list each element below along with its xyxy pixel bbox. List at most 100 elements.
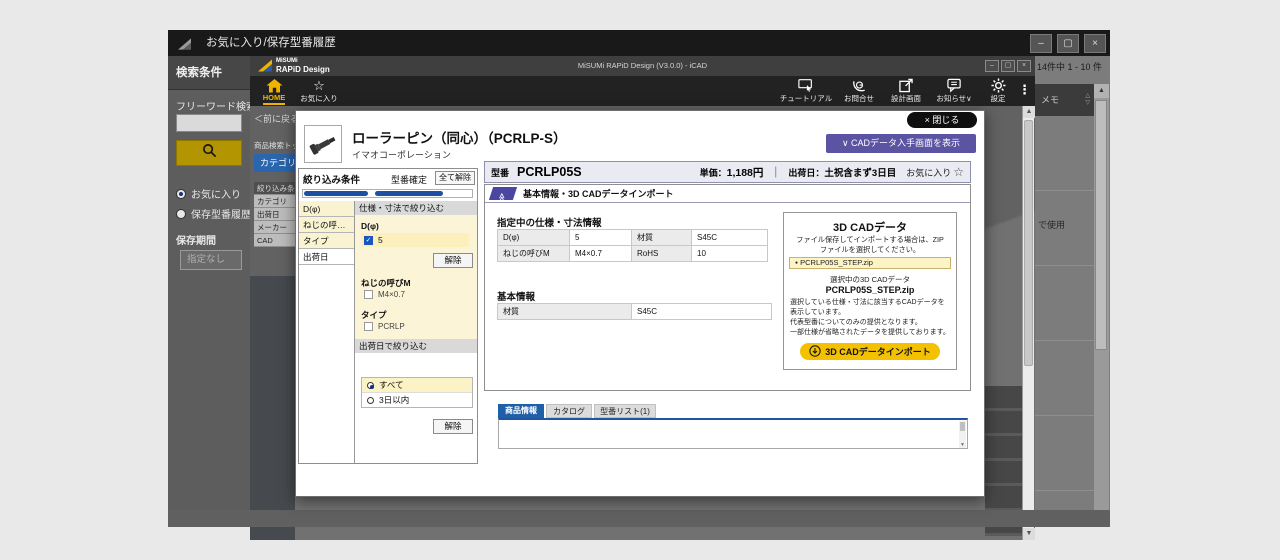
favorite-star-icon[interactable]: ☆ xyxy=(953,165,964,179)
outer-bottom-band xyxy=(168,510,1110,527)
breadcrumb[interactable]: 商品検索トップ xyxy=(254,140,298,151)
category-button[interactable]: カテゴリ xyxy=(254,154,298,172)
checkbox-icon[interactable] xyxy=(364,322,373,331)
app-title: MiSUMi RAPiD Design (V3.0.0) - iCAD xyxy=(250,56,1035,76)
radio-3days-row[interactable]: 3日以内 xyxy=(362,393,472,407)
app-maximize-button[interactable]: ▢ xyxy=(1001,60,1015,72)
search-conditions-panel: 検索条件 フリーワード検索 お気に入り 保存型番履歴 保存期間 指定なし xyxy=(168,56,250,527)
cad-card-title: 3D CADデータ xyxy=(784,219,956,235)
nav-tutorial[interactable]: チュートリアル xyxy=(778,78,834,104)
filter-nav-item[interactable]: D(φ) xyxy=(299,201,354,217)
bg-filter-row[interactable]: CAD xyxy=(254,234,296,247)
nav-favorites[interactable]: ☆ お気に入り xyxy=(296,78,342,104)
checkbox-checked-icon[interactable]: ✓ xyxy=(364,236,373,245)
app-close-button[interactable]: × xyxy=(1017,60,1031,72)
search-button[interactable] xyxy=(176,140,242,166)
nav-settings[interactable]: 設定 xyxy=(980,78,1016,104)
results-scrollbar[interactable]: ▲ ▼ xyxy=(1094,84,1109,527)
tab-content-area: ▼ xyxy=(498,418,968,449)
cad-file-option[interactable]: ● PCRLP05S_STEP.zip xyxy=(789,257,951,269)
radio-favorites-label: お気に入り xyxy=(191,186,241,201)
radio-favorites[interactable]: お気に入り xyxy=(176,186,241,201)
clear-button[interactable]: 解除 xyxy=(433,419,473,434)
star-icon: ☆ xyxy=(296,78,342,93)
chevron-up-icon[interactable]: ≪ xyxy=(489,187,517,200)
nav-home[interactable]: HOME xyxy=(256,78,292,102)
results-panel: 14件中 1 - 10 件 メモ △ ▽ で使用 ▲ ▼ xyxy=(1035,56,1110,527)
download-icon xyxy=(809,345,821,357)
radio-off-icon[interactable] xyxy=(367,397,374,404)
search-icon xyxy=(202,143,217,163)
radio-history[interactable]: 保存型番履歴 xyxy=(176,206,250,221)
sort-icons[interactable]: △ ▽ xyxy=(1085,93,1090,107)
bg-filter-row[interactable]: カテゴリ xyxy=(254,195,296,208)
external-link-icon xyxy=(882,78,930,93)
filter-nav-item[interactable]: ねじの呼… xyxy=(299,217,354,233)
filter-header: 絞り込み条件 xyxy=(303,172,360,186)
scroll-up-icon[interactable]: ▲ xyxy=(1023,106,1035,118)
radio-off-icon xyxy=(176,209,186,219)
maximize-button[interactable]: ▢ xyxy=(1057,34,1079,53)
cad-import-button[interactable]: 3D CADデータインポート xyxy=(800,343,940,360)
save-period-select[interactable]: 指定なし xyxy=(180,250,242,270)
app-logo-icon xyxy=(178,37,191,55)
app-scrollbar[interactable]: ▲ ▼ xyxy=(1022,106,1034,540)
radio-all-row[interactable]: すべて xyxy=(362,378,472,393)
sort-asc-icon[interactable]: △ xyxy=(1085,93,1090,100)
clear-all-button[interactable]: 全て解除 xyxy=(435,171,475,185)
modal-close-button[interactable]: × 閉じる xyxy=(907,112,977,128)
d-phi-checkbox-row[interactable]: ✓ 5 xyxy=(361,233,469,247)
nav-news[interactable]: お知らせ∨ xyxy=(928,78,980,104)
thread-label: ねじの呼びM xyxy=(361,277,411,289)
back-link[interactable]: ＜前に戻る xyxy=(254,112,298,125)
ship-value: 土祝含まず3日目 xyxy=(824,165,896,179)
tab-product-info[interactable]: 商品情報 xyxy=(498,404,544,418)
overflow-menu-icon[interactable]: ⋮ xyxy=(1018,82,1031,98)
part-code: PCRLP05S xyxy=(517,165,582,179)
freeword-search-input[interactable] xyxy=(176,114,242,132)
tab-scrollbar-thumb[interactable] xyxy=(960,422,965,431)
bg-filter-row[interactable]: 出荷日 xyxy=(254,208,296,221)
type-checkbox-row[interactable]: PCRLP xyxy=(361,322,405,331)
app-minimize-button[interactable]: – xyxy=(985,60,999,72)
results-scrollbar-thumb[interactable] xyxy=(1095,100,1107,350)
close-button[interactable]: × xyxy=(1084,34,1106,53)
thread-checkbox-row[interactable]: M4×0.7 xyxy=(361,290,405,299)
search-panel-header: 検索条件 xyxy=(168,56,250,90)
filter-nav-item[interactable]: タイプ xyxy=(299,233,354,249)
app-titlebar: MiSUMi RAPiD Design MiSUMi RAPiD Design … xyxy=(250,56,1035,76)
product-thumbnail xyxy=(304,125,342,163)
basic-table: 材質 S45C xyxy=(497,303,772,320)
tab-content-scrollbar[interactable]: ▼ xyxy=(959,421,966,448)
radio-on-icon[interactable] xyxy=(367,382,374,389)
scroll-down-icon[interactable]: ▼ xyxy=(959,442,966,448)
filter-nav-item[interactable]: 出荷日 xyxy=(299,249,354,265)
bg-sidebar-shade xyxy=(250,276,295,540)
spec-heading: 指定中の仕様・寸法情報 xyxy=(497,215,602,229)
app-scrollbar-thumb[interactable] xyxy=(1024,120,1033,366)
roller-pin-image xyxy=(307,128,339,160)
ship-filter-band: 出荷日で絞り込む xyxy=(355,339,477,353)
selected-cad-label: 選択中の3D CADデータ xyxy=(784,274,956,285)
ship-date-radio-group: すべて 3日以内 xyxy=(361,377,473,408)
scroll-down-icon[interactable]: ▼ xyxy=(1023,528,1035,540)
window-title: お気に入り/保存型番履歴 xyxy=(206,30,336,56)
bg-filter-row[interactable]: メーカー xyxy=(254,221,296,234)
cad-notes: 選択している仕様・寸法に該当するCADデータを表示しています。 代表型番について… xyxy=(790,298,951,337)
spec-table: D(φ) 5 材質 S45C ねじの呼びM M4×0.7 RoHS 10 xyxy=(497,229,768,262)
nav-design-screen[interactable]: 設計画面 xyxy=(882,78,930,104)
freeword-label: フリーワード検索 xyxy=(176,98,250,113)
scroll-up-icon[interactable]: ▲ xyxy=(1094,84,1109,98)
separator: ｜ xyxy=(770,164,781,180)
checkbox-icon[interactable] xyxy=(364,290,373,299)
clear-button[interactable]: 解除 xyxy=(433,253,473,268)
memo-column-header[interactable]: メモ △ ▽ xyxy=(1035,84,1094,116)
nav-contact[interactable]: お問合せ xyxy=(834,78,884,104)
sort-desc-icon[interactable]: ▽ xyxy=(1085,100,1090,107)
cad-screen-button[interactable]: ∨ CADデータ入手画面を表示 xyxy=(826,134,976,153)
favorite-label[interactable]: お気に入り xyxy=(906,166,951,179)
product-maker: イマオコーポレーション xyxy=(352,148,451,161)
minimize-button[interactable]: – xyxy=(1030,34,1052,53)
tab-part-list[interactable]: 型番リスト(1) xyxy=(594,404,656,418)
tab-catalog[interactable]: カタログ xyxy=(546,404,592,418)
